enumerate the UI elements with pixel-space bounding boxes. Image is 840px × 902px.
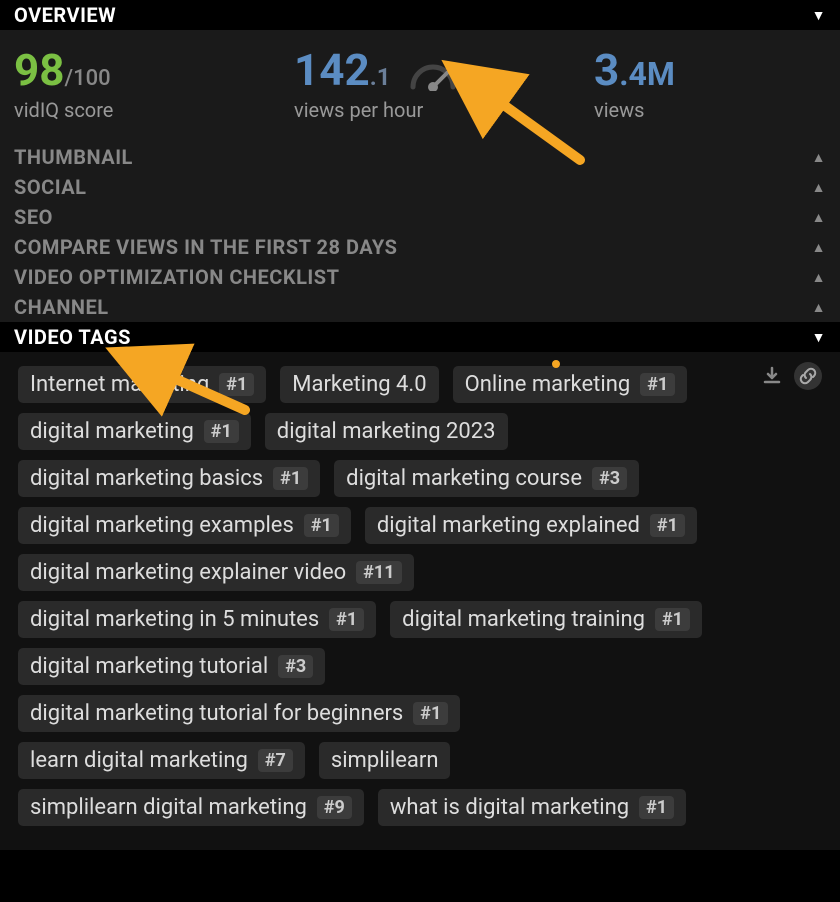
tag-text: learn digital marketing	[30, 748, 248, 773]
tag-pill[interactable]: digital marketing training #1	[390, 601, 702, 638]
tag-text: Internet marketing	[30, 372, 209, 397]
metric-views: 3.4M views	[594, 48, 826, 122]
score-number: 98	[14, 44, 65, 96]
tag-text: digital marketing tutorial for beginners	[30, 701, 403, 726]
tag-rank-badge: #1	[640, 373, 675, 396]
metric-value: 3.4M	[594, 48, 826, 92]
tag-pill[interactable]: digital marketing explained #1	[365, 507, 697, 544]
tag-pill[interactable]: digital marketing tutorial #3	[18, 648, 325, 685]
video-tags-body: Internet marketing #1 Marketing 4.0 Online …	[0, 352, 840, 850]
overview-body: 98/100 vidIQ score 142.1 views per hour …	[0, 30, 840, 142]
tag-rank-badge: #11	[356, 561, 401, 584]
metric-value: 142.1	[294, 48, 594, 92]
tag-pill[interactable]: Online marketing #1	[453, 366, 688, 403]
tag-pill[interactable]: Internet marketing #1	[18, 366, 266, 403]
metric-views-per-hour: 142.1 views per hour	[294, 48, 594, 122]
tag-text: digital marketing explainer video	[30, 560, 346, 585]
tag-text: Marketing 4.0	[292, 372, 426, 397]
section-title: VIDEO OPTIMIZATION CHECKLIST	[14, 265, 339, 289]
section-title: THUMBNAIL	[14, 145, 133, 169]
chevron-up-icon: ▲	[812, 269, 826, 286]
tag-pill[interactable]: learn digital marketing #7	[18, 742, 305, 779]
section-header-seo[interactable]: SEO ▲	[0, 202, 840, 232]
tag-rank-badge: #3	[278, 655, 313, 678]
chevron-up-icon: ▲	[812, 239, 826, 256]
tag-text: digital marketing in 5 minutes	[30, 607, 319, 632]
metric-label: vidIQ score	[14, 98, 294, 122]
tag-text: digital marketing	[30, 419, 194, 444]
views-suffix: .4M	[619, 55, 675, 93]
section-header-checklist[interactable]: VIDEO OPTIMIZATION CHECKLIST ▲	[0, 262, 840, 292]
tag-text: digital marketing explained	[377, 513, 640, 538]
metric-vidiq-score: 98/100 vidIQ score	[14, 48, 294, 122]
tag-text: digital marketing examples	[30, 513, 294, 538]
tag-rank-badge: #1	[650, 514, 685, 537]
section-title: CHANNEL	[14, 295, 109, 319]
metric-value: 98/100	[14, 48, 294, 92]
tag-rank-badge: #1	[655, 608, 690, 631]
tags-list: Internet marketing #1 Marketing 4.0 Online …	[18, 366, 822, 826]
tag-text: what is digital marketing	[390, 795, 629, 820]
tag-text: digital marketing course	[346, 466, 582, 491]
tag-text: digital marketing 2023	[277, 419, 496, 444]
tag-text: Online marketing	[465, 372, 631, 397]
tag-pill[interactable]: digital marketing basics #1	[18, 460, 320, 497]
link-icon[interactable]	[794, 362, 822, 390]
tag-pill[interactable]: digital marketing 2023	[265, 413, 508, 450]
section-header-overview[interactable]: OVERVIEW ▼	[0, 0, 840, 30]
tag-rank-badge: #1	[304, 514, 339, 537]
score-suffix: /100	[65, 66, 111, 91]
section-header-thumbnail[interactable]: THUMBNAIL ▲	[0, 142, 840, 172]
tag-pill[interactable]: simplilearn digital marketing #9	[18, 789, 364, 826]
tag-rank-badge: #3	[592, 467, 627, 490]
download-icon[interactable]	[758, 362, 786, 390]
tag-rank-badge: #7	[258, 749, 293, 772]
tag-text: digital marketing basics	[30, 466, 263, 491]
tag-text: digital marketing tutorial	[30, 654, 268, 679]
tag-rank-badge: #1	[204, 420, 239, 443]
section-header-channel[interactable]: CHANNEL ▲	[0, 292, 840, 322]
tag-rank-badge: #9	[317, 796, 352, 819]
tags-toolbar	[758, 362, 822, 390]
chevron-down-icon: ▼	[812, 329, 826, 346]
tag-rank-badge: #1	[329, 608, 364, 631]
tag-text: simplilearn	[331, 748, 439, 773]
tag-rank-badge: #1	[413, 702, 448, 725]
tag-text: digital marketing training	[402, 607, 645, 632]
tag-pill[interactable]: digital marketing in 5 minutes #1	[18, 601, 376, 638]
section-title: VIDEO TAGS	[14, 325, 131, 349]
section-header-compare[interactable]: COMPARE VIEWS IN THE FIRST 28 DAYS ▲	[0, 232, 840, 262]
tag-pill[interactable]: digital marketing course #3	[334, 460, 639, 497]
section-header-social[interactable]: SOCIAL ▲	[0, 172, 840, 202]
tag-rank-badge: #1	[219, 373, 254, 396]
chevron-down-icon: ▼	[812, 7, 826, 24]
chevron-up-icon: ▲	[812, 149, 826, 166]
tag-pill[interactable]: what is digital marketing #1	[378, 789, 686, 826]
vidiq-panel: OVERVIEW ▼ 98/100 vidIQ score 142.1	[0, 0, 840, 850]
tag-rank-badge: #1	[639, 796, 674, 819]
gauge-icon	[409, 54, 457, 98]
chevron-up-icon: ▲	[812, 179, 826, 196]
tag-pill[interactable]: digital marketing #1	[18, 413, 251, 450]
vph-suffix: .1	[370, 63, 391, 91]
section-title: COMPARE VIEWS IN THE FIRST 28 DAYS	[14, 235, 397, 259]
chevron-up-icon: ▲	[812, 209, 826, 226]
tag-text: simplilearn digital marketing	[30, 795, 307, 820]
tag-pill[interactable]: digital marketing explainer video #11	[18, 554, 414, 591]
tag-pill[interactable]: Marketing 4.0	[280, 366, 438, 403]
tag-pill[interactable]: digital marketing tutorial for beginners…	[18, 695, 460, 732]
tag-pill[interactable]: simplilearn	[319, 742, 451, 779]
tag-pill[interactable]: digital marketing examples #1	[18, 507, 351, 544]
section-header-videotags[interactable]: VIDEO TAGS ▼	[0, 322, 840, 352]
chevron-up-icon: ▲	[812, 299, 826, 316]
annotation-dot	[552, 360, 560, 368]
metric-label: views	[594, 98, 826, 122]
section-title: OVERVIEW	[14, 3, 116, 27]
vph-number: 142	[294, 44, 370, 96]
tag-rank-badge: #1	[273, 467, 308, 490]
section-title: SOCIAL	[14, 175, 86, 199]
section-title: SEO	[14, 205, 53, 229]
views-number: 3	[594, 44, 619, 96]
metric-label: views per hour	[294, 98, 594, 122]
